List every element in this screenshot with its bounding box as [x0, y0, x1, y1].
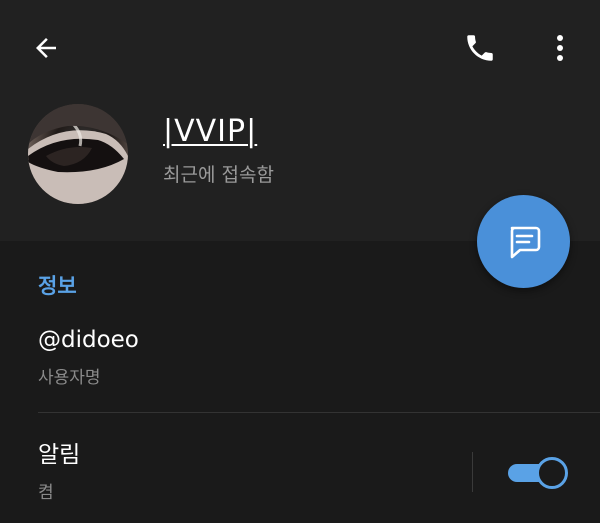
- back-arrow-icon: [36, 38, 56, 58]
- profile-name: |VVIP|: [163, 114, 258, 149]
- call-button[interactable]: [456, 26, 504, 70]
- back-button[interactable]: [22, 28, 70, 68]
- notifications-toggle[interactable]: [508, 456, 568, 490]
- notifications-label[interactable]: 알림: [38, 440, 80, 470]
- notifications-state: 켬: [38, 483, 54, 503]
- vertical-separator: [472, 452, 473, 492]
- toggle-knob: [536, 457, 568, 489]
- avatar[interactable]: [28, 104, 128, 204]
- username-label: 사용자명: [38, 368, 101, 388]
- more-options-button[interactable]: [540, 26, 580, 70]
- avatar-eye-image: [28, 104, 128, 204]
- info-section-title: 정보: [38, 274, 77, 298]
- username-value[interactable]: @didoeo: [38, 325, 139, 355]
- last-seen-status: 최근에 접속함: [163, 164, 274, 186]
- phone-icon: [467, 35, 493, 61]
- message-icon: [510, 226, 540, 258]
- more-vert-icon: [557, 35, 563, 61]
- divider: [38, 412, 600, 413]
- send-message-button[interactable]: [477, 195, 570, 288]
